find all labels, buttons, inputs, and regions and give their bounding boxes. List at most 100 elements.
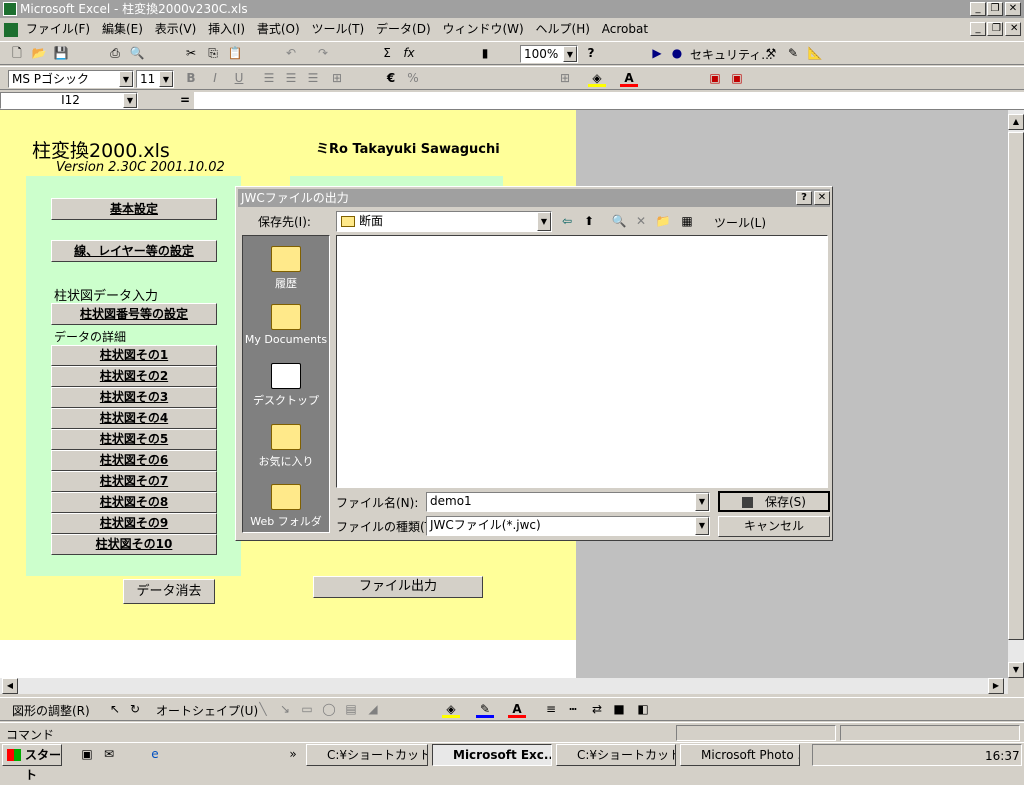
undo-icon[interactable]: ↶ bbox=[282, 45, 300, 62]
open-icon[interactable]: 📂 bbox=[30, 45, 48, 62]
menu-file[interactable]: ファイル(F) bbox=[22, 19, 94, 40]
tools-menu[interactable]: ツール(L) bbox=[714, 214, 766, 231]
menu-edit[interactable]: 編集(E) bbox=[98, 19, 147, 40]
item-button-1[interactable]: 柱状図その1 bbox=[51, 345, 217, 366]
fill-bucket-icon[interactable]: ◈ bbox=[442, 701, 460, 718]
underline-button[interactable]: U bbox=[230, 70, 248, 87]
close-button[interactable]: ✕ bbox=[1005, 2, 1021, 16]
autosum-icon[interactable]: Σ bbox=[378, 45, 396, 62]
scroll-thumb[interactable] bbox=[1008, 132, 1024, 640]
number-settings-button[interactable]: 柱状図番号等の設定 bbox=[51, 303, 217, 325]
file-list[interactable] bbox=[336, 235, 828, 488]
menu-format[interactable]: 書式(O) bbox=[253, 19, 304, 40]
minimize-button[interactable]: _ bbox=[970, 2, 986, 16]
item-button-9[interactable]: 柱状図その9 bbox=[51, 513, 217, 534]
item-button-2[interactable]: 柱状図その2 bbox=[51, 366, 217, 387]
formula-equals[interactable]: = bbox=[180, 93, 190, 107]
cancel-button[interactable]: キャンセル bbox=[718, 516, 830, 537]
align-center-icon[interactable]: ☰ bbox=[282, 70, 300, 87]
maximize-button[interactable]: ❐ bbox=[987, 2, 1003, 16]
place-desktop[interactable]: デスクトップ bbox=[243, 363, 329, 408]
formula-input[interactable] bbox=[194, 92, 1024, 109]
rectangle-icon[interactable]: ▭ bbox=[298, 701, 316, 718]
item-button-8[interactable]: 柱状図その8 bbox=[51, 492, 217, 513]
3d-icon[interactable]: ◧ bbox=[634, 701, 652, 718]
editor-icon[interactable]: 📐 bbox=[806, 45, 824, 62]
task-excel[interactable]: Microsoft Exc... bbox=[432, 744, 552, 766]
bold-button[interactable]: B bbox=[182, 70, 200, 87]
paste-icon[interactable]: 📋 bbox=[226, 45, 244, 62]
scroll-down-icon[interactable]: ▼ bbox=[1008, 662, 1024, 678]
item-button-10[interactable]: 柱状図その10 bbox=[51, 534, 217, 555]
select-pointer-icon[interactable]: ↖ bbox=[106, 701, 124, 718]
doc-restore-button[interactable]: ❐ bbox=[987, 22, 1003, 36]
quicklaunch-more-icon[interactable]: » bbox=[284, 746, 302, 763]
toolbox-icon[interactable]: ⚒ bbox=[762, 45, 780, 62]
place-history[interactable]: 履歴 bbox=[243, 246, 329, 291]
filename-input[interactable]: demo1 ▼ bbox=[426, 492, 710, 512]
delete-icon[interactable]: ✕ bbox=[632, 213, 650, 230]
arrow-icon[interactable]: ↘ bbox=[276, 701, 294, 718]
currency-button[interactable]: € bbox=[382, 70, 400, 87]
font-select[interactable]: MS Pゴシック ▼ bbox=[8, 70, 134, 88]
start-button[interactable]: スタート bbox=[2, 744, 62, 782]
menu-data[interactable]: データ(D) bbox=[372, 19, 435, 40]
task-explorer-2[interactable]: C:¥ショートカット集... bbox=[556, 744, 676, 766]
save-icon[interactable]: 💾 bbox=[52, 45, 70, 62]
chart-icon[interactable]: ▮ bbox=[476, 45, 494, 62]
adjust-menu[interactable]: 図形の調整(R) bbox=[12, 702, 90, 719]
horizontal-scrollbar[interactable]: ◀ ▶ bbox=[0, 678, 1008, 694]
menu-help[interactable]: ヘルプ(H) bbox=[532, 19, 594, 40]
function-icon[interactable]: fx bbox=[400, 45, 418, 62]
vertical-scrollbar[interactable]: ▲ ▼ bbox=[1008, 110, 1024, 678]
save-in-select[interactable]: 断面 ▼ bbox=[336, 211, 552, 232]
clear-data-button[interactable]: データ消去 bbox=[123, 579, 215, 604]
menu-tools[interactable]: ツール(T) bbox=[308, 19, 369, 40]
item-button-3[interactable]: 柱状図その3 bbox=[51, 387, 217, 408]
align-left-icon[interactable]: ☰ bbox=[260, 70, 278, 87]
place-favorites[interactable]: お気に入り bbox=[243, 424, 329, 469]
doc-close-button[interactable]: ✕ bbox=[1005, 22, 1021, 36]
font-color-icon[interactable]: A bbox=[620, 70, 638, 87]
redo-icon[interactable]: ↷ bbox=[314, 45, 332, 62]
menu-acrobat[interactable]: Acrobat bbox=[598, 19, 652, 40]
autoshape-menu[interactable]: オートシェイプ(U) bbox=[156, 702, 258, 719]
zoom-select[interactable]: 100% ▼ bbox=[520, 45, 578, 63]
copy-icon[interactable]: ⎘ bbox=[204, 45, 222, 62]
search-web-icon[interactable]: 🔍 bbox=[610, 213, 628, 230]
menu-view[interactable]: 表示(V) bbox=[151, 19, 201, 40]
tools-icon[interactable]: ✎ bbox=[784, 45, 802, 62]
run-icon[interactable]: ▶ bbox=[648, 45, 666, 62]
fill-color-icon[interactable]: ◈ bbox=[588, 70, 606, 87]
item-button-6[interactable]: 柱状図その6 bbox=[51, 450, 217, 471]
wordart-icon[interactable]: ◢ bbox=[364, 701, 382, 718]
dialog-close-button[interactable]: ✕ bbox=[814, 191, 830, 205]
back-icon[interactable]: ⇦ bbox=[558, 213, 576, 230]
file-output-button[interactable]: ファイル出力 bbox=[313, 576, 483, 598]
item-button-4[interactable]: 柱状図その4 bbox=[51, 408, 217, 429]
layer-settings-button[interactable]: 線、レイヤー等の設定 bbox=[51, 240, 217, 262]
print-icon[interactable]: ⎙ bbox=[106, 45, 124, 62]
textbox-icon[interactable]: ▤ bbox=[342, 701, 360, 718]
scroll-right-icon[interactable]: ▶ bbox=[988, 678, 1004, 694]
quicklaunch-desktop-icon[interactable]: ▣ bbox=[78, 746, 96, 763]
merge-icon[interactable]: ⊞ bbox=[328, 70, 346, 87]
dialog-help-button[interactable]: ? bbox=[796, 191, 812, 205]
menu-insert[interactable]: 挿入(I) bbox=[204, 19, 249, 40]
borders-icon[interactable]: ⊞ bbox=[556, 70, 574, 87]
cut-icon[interactable]: ✂ bbox=[182, 45, 200, 62]
align-right-icon[interactable]: ☰ bbox=[304, 70, 322, 87]
line-icon[interactable]: ╲ bbox=[254, 701, 272, 718]
task-photo[interactable]: Microsoft Photo ... bbox=[680, 744, 800, 766]
filetype-select[interactable]: JWCファイル(*.jwc) ▼ bbox=[426, 516, 710, 536]
line-color-icon[interactable]: ✎ bbox=[476, 701, 494, 718]
up-folder-icon[interactable]: ⬆ bbox=[580, 213, 598, 230]
views-icon[interactable]: ▦ bbox=[678, 213, 696, 230]
menu-window[interactable]: ウィンドウ(W) bbox=[438, 19, 527, 40]
save-button[interactable]: 保存(S) bbox=[718, 491, 830, 512]
text-color-icon[interactable]: A bbox=[508, 701, 526, 718]
quicklaunch-ie-icon[interactable]: e bbox=[146, 746, 164, 763]
new-folder-icon[interactable]: 📁 bbox=[654, 213, 672, 230]
shadow-icon[interactable]: ■ bbox=[610, 701, 628, 718]
scroll-left-icon[interactable]: ◀ bbox=[2, 678, 18, 694]
